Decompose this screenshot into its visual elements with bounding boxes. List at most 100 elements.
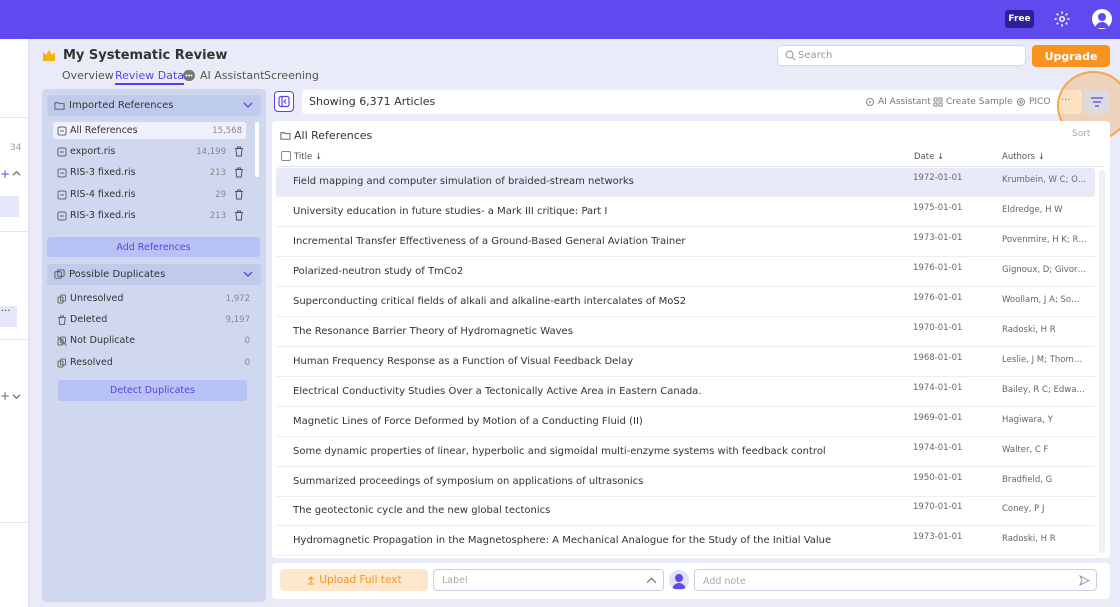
row-date: 1950-01-01	[913, 473, 963, 483]
sparkle-icon	[865, 97, 875, 107]
send-icon[interactable]	[1078, 574, 1091, 587]
table-row[interactable]: Incremental Transfer Effectiveness of a …	[276, 228, 1095, 257]
tab-ai-assistant[interactable]: AI Assistant	[200, 69, 264, 82]
dup-item-unresolved[interactable]: Unresolved 1,972	[53, 290, 255, 307]
sidebar-scrollbar[interactable]	[255, 122, 259, 177]
table-row[interactable]: Human Frequency Response as a Function o…	[276, 348, 1095, 377]
trash-icon[interactable]	[234, 167, 244, 178]
table-row[interactable]: Magnetic Lines of Force Deformed by Moti…	[276, 408, 1095, 437]
file-icon	[57, 211, 67, 221]
ref-item-file[interactable]: export.ris 14,199	[53, 143, 246, 160]
table-row[interactable]: The Resonance Barrier Theory of Hydromag…	[276, 318, 1095, 347]
row-date: 1972-01-01	[913, 173, 963, 183]
chevron-down-icon[interactable]	[243, 269, 253, 279]
filter-button[interactable]	[1084, 90, 1110, 114]
sort-button[interactable]: Sort	[1072, 129, 1090, 139]
row-authors: Woollam, J A; So…	[1002, 295, 1080, 305]
row-title: Human Frequency Response as a Function o…	[293, 356, 634, 367]
user-avatar[interactable]	[1092, 9, 1112, 29]
dup-item-deleted[interactable]: Deleted 9,197	[53, 311, 255, 328]
strip-divider	[0, 117, 29, 118]
dup-item-count: 0	[244, 357, 250, 368]
collapse-sidebar-button[interactable]	[274, 91, 294, 112]
ai-assistant-link[interactable]: AI Assistant	[865, 97, 931, 107]
column-header-title[interactable]: Title ↓	[294, 152, 322, 162]
row-date: 1968-01-01	[913, 353, 963, 363]
ref-item-count: 14,199	[196, 146, 226, 157]
pico-link[interactable]: PICO	[1016, 97, 1050, 107]
grid-icon	[933, 97, 943, 107]
filter-icon	[1091, 97, 1103, 107]
table-row[interactable]: Electrical Conductivity Studies Over a T…	[276, 378, 1095, 407]
table-row[interactable]: Summarized proceedings of symposium on a…	[276, 468, 1095, 497]
row-authors: Leslie, J M; Thom…	[1002, 355, 1083, 365]
trash-icon[interactable]	[234, 146, 244, 157]
row-date: 1970-01-01	[913, 323, 963, 333]
folder-icon	[280, 130, 291, 141]
column-header-authors[interactable]: Authors ↓	[1002, 152, 1045, 162]
articles-toolbar: Showing 6,371 Articles AI Assistant Crea…	[302, 90, 1082, 114]
dup-item-label: Deleted	[70, 314, 108, 325]
duplicate-icon	[57, 358, 67, 368]
add-references-button[interactable]: Add References	[47, 237, 260, 257]
strip-more-button[interactable]: ···	[0, 306, 17, 327]
label-select[interactable]: Label	[433, 569, 664, 591]
table-row[interactable]: University education in future studies- …	[276, 198, 1095, 227]
ref-item-file[interactable]: RIS-3 fixed.ris 213	[53, 207, 246, 224]
ref-item-file[interactable]: RIS-3 fixed.ris 213	[53, 164, 246, 181]
bottom-action-bar: Upload Full text Label	[272, 563, 1110, 599]
file-icon	[57, 126, 67, 136]
table-row[interactable]: Hydromagnetic Propagation in the Magneto…	[276, 527, 1095, 556]
add-note-input[interactable]	[703, 573, 1073, 589]
row-title: The geotectonic cycle and the new global…	[293, 505, 551, 516]
row-date: 1973-01-01	[913, 532, 963, 542]
upload-full-text-button[interactable]: Upload Full text	[280, 569, 428, 591]
row-authors: Walter, C F	[1002, 445, 1049, 455]
strip-add-button[interactable]: +	[0, 167, 10, 181]
tab-screening[interactable]: Screening	[264, 69, 319, 82]
create-sample-link[interactable]: Create Sample	[933, 97, 1013, 107]
ref-item-count: 29	[215, 189, 226, 200]
row-authors: Eldredge, H W	[1002, 205, 1063, 215]
strip-add-button-2[interactable]: +	[0, 389, 10, 403]
note-field[interactable]	[694, 569, 1097, 591]
row-title: Hydromagnetic Propagation in the Magneto…	[293, 535, 832, 546]
ref-item-file[interactable]: RIS-4 fixed.ris 29	[53, 186, 246, 203]
tab-review-data[interactable]: Review Data	[115, 69, 185, 85]
ref-item-label: export.ris	[70, 146, 116, 157]
ref-item-all-references[interactable]: All References 15,568	[53, 122, 246, 139]
table-row[interactable]: Polarized-neutron study of TmCo2 1976-01…	[276, 258, 1095, 287]
strip-selected-item[interactable]	[0, 196, 19, 217]
chevron-down-icon[interactable]	[243, 100, 253, 110]
gear-icon[interactable]	[1053, 10, 1071, 28]
imported-references-header[interactable]: Imported References	[47, 95, 261, 116]
search-input[interactable]	[798, 47, 1018, 64]
folder-icon	[54, 100, 65, 111]
column-header-date[interactable]: Date ↓	[914, 152, 944, 162]
upgrade-button[interactable]: Upgrade	[1032, 45, 1110, 67]
trash-icon[interactable]	[234, 189, 244, 200]
trash-icon[interactable]	[234, 210, 244, 221]
chevron-down-icon[interactable]	[12, 392, 21, 404]
possible-duplicates-header[interactable]: Possible Duplicates	[47, 264, 261, 285]
detect-duplicates-button[interactable]: Detect Duplicates	[58, 380, 247, 401]
select-all-checkbox[interactable]	[281, 151, 291, 161]
search-icon	[785, 50, 796, 61]
search-box[interactable]	[777, 45, 1026, 66]
dup-item-count: 9,197	[225, 314, 250, 325]
trash-icon	[57, 315, 67, 325]
row-authors: Coney, P J	[1002, 504, 1045, 514]
strip-divider	[0, 231, 29, 232]
table-scrollbar[interactable]	[1099, 170, 1105, 553]
row-date: 1969-01-01	[913, 413, 963, 423]
dup-item-not-duplicate[interactable]: Not Duplicate 0	[53, 332, 255, 349]
tab-overview[interactable]: Overview	[62, 69, 114, 82]
chevron-up-icon[interactable]	[12, 169, 21, 181]
table-row[interactable]: Field mapping and computer simulation of…	[276, 168, 1095, 197]
dup-item-label: Unresolved	[70, 293, 124, 304]
references-table: All References Sort Title ↓ Date ↓ Autho…	[272, 121, 1110, 558]
table-row[interactable]: The geotectonic cycle and the new global…	[276, 497, 1095, 526]
table-row[interactable]: Some dynamic properties of linear, hyper…	[276, 438, 1095, 467]
table-row[interactable]: Superconducting critical fields of alkal…	[276, 288, 1095, 317]
dup-item-resolved[interactable]: Resolved 0	[53, 354, 255, 371]
